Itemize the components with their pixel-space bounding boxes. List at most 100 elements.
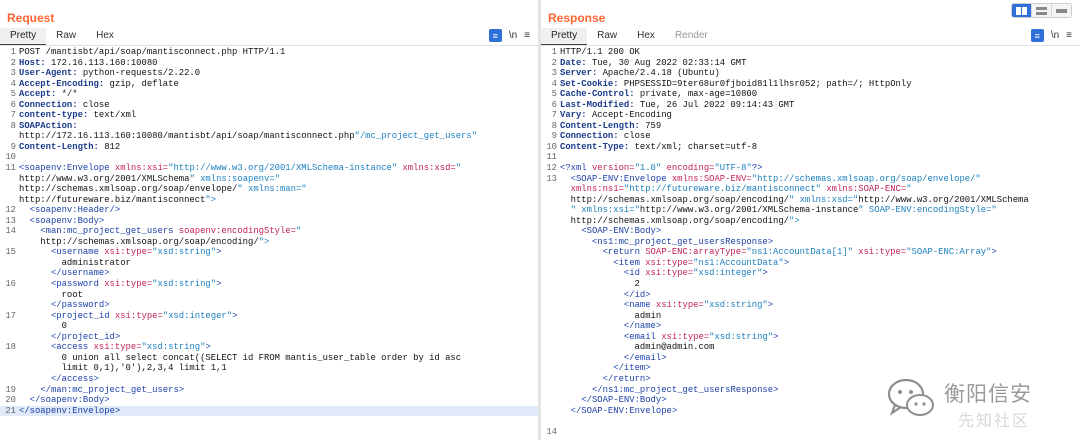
- line-number: [541, 406, 560, 417]
- menu-icon[interactable]: ≡: [524, 29, 530, 42]
- code-line: </name>: [541, 321, 1080, 332]
- line-text: http://schemas.xmlsoap.org/soap/encoding…: [560, 215, 800, 226]
- response-panel: Response Pretty Raw Hex Render ≡ \n ≡ 1 HTTP…: [541, 0, 1080, 440]
- code-line: http://schemas.xmlsoap.org/soap/encoding…: [541, 195, 1080, 206]
- tab-divider: [541, 45, 1080, 46]
- line-number: [541, 332, 560, 343]
- code-line: 18 <access xsi:type="xsd:string">: [0, 342, 538, 353]
- line-number: 8: [10, 120, 16, 131]
- line-text: </id>: [623, 289, 651, 300]
- code-line: http://www.w3.org/2001/XMLSchema" xmlns:…: [0, 174, 538, 185]
- line-text: Content-Length: 812: [19, 141, 121, 152]
- line-text: <username xsi:type="xsd:string">: [50, 247, 222, 258]
- horizontal-split-icon[interactable]: [1032, 4, 1052, 17]
- line-text: Date: Tue, 30 Aug 2022 02:33:14 GMT: [560, 57, 747, 68]
- code-line: administrator: [0, 258, 538, 269]
- code-line: 2 Date: Tue, 30 Aug 2022 02:33:14 GMT: [541, 58, 1080, 69]
- line-number: [541, 374, 560, 385]
- tab-pretty[interactable]: Pretty: [0, 28, 47, 46]
- tabs-only-icon[interactable]: [1052, 4, 1071, 17]
- line-number: 3: [551, 68, 557, 79]
- code-line: 0: [0, 321, 538, 332]
- code-line: 3 Server: Apache/2.4.18 (Ubuntu): [541, 68, 1080, 79]
- code-line: 8 Content-Length: 759: [541, 121, 1080, 132]
- line-number: [0, 268, 19, 279]
- line-text: </SOAP-ENV:Envelope>: [570, 405, 678, 416]
- code-line: </username>: [0, 268, 538, 279]
- line-number: [541, 290, 560, 301]
- line-text: User-Agent: python-requests/2.22.0: [19, 68, 201, 79]
- code-line: 20 </soapenv:Body>: [0, 395, 538, 406]
- line-number: 20: [5, 395, 16, 406]
- tab-raw[interactable]: Raw: [46, 28, 86, 44]
- code-line: 0 union all select concat((SELECT id FRO…: [0, 353, 538, 364]
- wrap-lines-icon[interactable]: ≡: [488, 29, 502, 42]
- code-line: <ns1:mc_project_get_usersResponse>: [541, 237, 1080, 248]
- tab-render[interactable]: Render: [665, 28, 718, 44]
- newline-icon[interactable]: \n: [509, 29, 517, 42]
- request-title: Request: [7, 11, 55, 25]
- request-toolbar: ≡ \n ≡: [488, 29, 530, 42]
- line-number: 18: [5, 342, 16, 353]
- code-line: <id xsi:type="xsd:integer">: [541, 268, 1080, 279]
- view-layout-toggle: [1011, 3, 1072, 18]
- line-text: xmlns:ns1="http://futureware.biz/mantisc…: [570, 184, 912, 195]
- code-line: 7 content-type: text/xml: [0, 110, 538, 121]
- line-number: [0, 290, 19, 301]
- code-line: http://futureware.biz/mantisconnect">: [0, 195, 538, 206]
- line-text: Accept: */*: [19, 89, 78, 100]
- code-line: 14 <man:mc_project_get_users soapenv:enc…: [0, 226, 538, 237]
- tab-raw[interactable]: Raw: [587, 28, 627, 44]
- line-number: [541, 247, 560, 258]
- menu-icon[interactable]: ≡: [1066, 29, 1072, 42]
- line-number: 8: [551, 120, 557, 131]
- code-line: <item xsi:type="ns1:AccountData">: [541, 258, 1080, 269]
- line-text: <man:mc_project_get_users soapenv:encodi…: [40, 226, 302, 237]
- line-text: <ns1:mc_project_get_usersResponse>: [591, 236, 774, 247]
- line-number: [541, 195, 560, 206]
- line-number: [0, 353, 19, 364]
- line-number: [541, 342, 560, 353]
- line-number: [0, 174, 19, 185]
- line-text: admin@admin.com: [560, 342, 715, 353]
- line-text: </SOAP-ENV:Body>: [581, 395, 667, 406]
- line-text: administrator: [19, 257, 131, 268]
- code-line: admin@admin.com: [541, 342, 1080, 353]
- line-number: 15: [5, 247, 16, 258]
- line-number: 11: [5, 163, 16, 174]
- code-line: 11: [541, 152, 1080, 163]
- line-text: <soapenv:Envelope xmlns:xsi="http://www.…: [19, 163, 462, 174]
- code-line: 9 Content-Length: 812: [0, 142, 538, 153]
- code-line: <name xsi:type="xsd:string">: [541, 300, 1080, 311]
- request-editor[interactable]: 1 POST /mantisbt/api/soap/mantisconnect.p…: [0, 47, 538, 417]
- line-number: [0, 374, 19, 385]
- code-line: http://schemas.xmlsoap.org/soap/encoding…: [0, 237, 538, 248]
- wrap-lines-icon[interactable]: ≡: [1030, 29, 1044, 42]
- line-number: 6: [10, 99, 16, 110]
- code-line: http://172.16.113.160:10080/mantisbt/api…: [0, 131, 538, 142]
- line-text: Vary: Accept-Encoding: [560, 110, 672, 121]
- line-number: [0, 184, 19, 195]
- watermark: 衡阳信安 先知社区: [880, 374, 1070, 434]
- tab-pretty[interactable]: Pretty: [541, 28, 588, 46]
- tab-hex[interactable]: Hex: [86, 28, 124, 44]
- code-line: http://schemas.xmlsoap.org/soap/envelope…: [0, 184, 538, 195]
- tab-hex[interactable]: Hex: [627, 28, 665, 44]
- code-line: 10 Content-Type: text/xml; charset=utf-8: [541, 142, 1080, 153]
- line-text: admin: [560, 310, 662, 321]
- line-number: [0, 258, 19, 269]
- line-number: [541, 353, 560, 364]
- line-number: [541, 216, 560, 227]
- line-number: 12: [5, 205, 16, 216]
- line-number: 2: [551, 57, 557, 68]
- line-number: 10: [5, 152, 16, 163]
- code-line: 9 Connection: close: [541, 131, 1080, 142]
- line-number: 7: [551, 110, 557, 121]
- code-line: 13 <soapenv:Body>: [0, 216, 538, 227]
- side-by-side-icon[interactable]: [1012, 4, 1032, 17]
- newline-icon[interactable]: \n: [1051, 29, 1059, 42]
- code-line: </item>: [541, 363, 1080, 374]
- line-number: [541, 363, 560, 374]
- line-number: [541, 385, 560, 396]
- watermark-subtext: 先知社区: [958, 411, 1031, 430]
